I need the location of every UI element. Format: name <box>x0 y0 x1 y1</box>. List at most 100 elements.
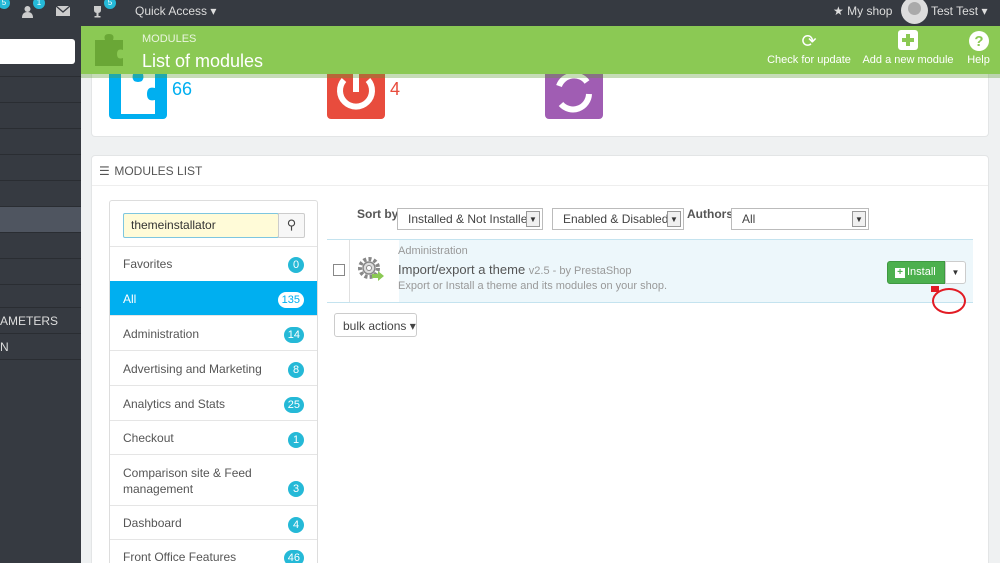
enabled-filter-select[interactable]: Enabled & Disabled ▼ <box>552 208 684 230</box>
annotation-circle <box>932 288 966 314</box>
authors-label: Authors <box>687 207 733 221</box>
trophy-badge: 5 <box>104 0 116 9</box>
top-bar: 5 1 5 Quick Access ▾ ★ My shop Test Test… <box>0 0 1000 26</box>
quick-access-menu[interactable]: Quick Access ▾ <box>135 4 216 18</box>
caret-down-icon: ▾ <box>981 4 988 18</box>
search-button[interactable]: ⚲ <box>278 213 305 238</box>
chevron-down-icon: ▼ <box>667 211 681 227</box>
help-label: Help <box>967 54 990 66</box>
category-count: 0 <box>288 257 304 273</box>
sidebar-item[interactable] <box>0 102 81 128</box>
chevron-down-icon: ▼ <box>526 211 540 227</box>
sidebar-item[interactable] <box>0 232 81 258</box>
module-search-input[interactable]: themeinstallator <box>123 213 279 238</box>
category-checkout[interactable]: Checkout 1 <box>110 420 317 454</box>
module-version: v2.5 - by PrestaShop <box>528 265 632 277</box>
my-shop-link[interactable]: ★ My shop <box>833 4 892 18</box>
category-label: Analytics and Stats <box>123 397 226 411</box>
category-dashboard[interactable]: Dashboard 4 <box>110 505 317 539</box>
puzzle-icon <box>121 74 155 114</box>
panel-heading-text: MODULES LIST <box>114 164 203 178</box>
plus-icon: + <box>895 268 905 278</box>
category-label: Administration <box>123 327 200 341</box>
module-name: Import/export a theme v2.5 - by PrestaSh… <box>398 262 632 277</box>
category-analytics[interactable]: Analytics and Stats 25 <box>110 385 317 420</box>
customers-icon[interactable] <box>21 5 34 21</box>
sidebar-item[interactable] <box>0 359 81 385</box>
caret-down-icon: ▾ <box>210 4 217 18</box>
page-toolbar: MODULES List of modules ⟳ Check for upda… <box>81 26 1000 74</box>
category-label: Advertising and Marketing <box>123 362 262 376</box>
category-all[interactable]: All 135 <box>110 281 317 315</box>
breadcrumb[interactable]: MODULES <box>142 33 196 45</box>
customers-badge: 1 <box>33 0 45 9</box>
category-count: 1 <box>288 432 304 448</box>
modules-stats-panel: 66 4 <box>91 72 989 137</box>
user-menu[interactable]: Test Test ▾ <box>931 4 988 18</box>
installed-count: 66 <box>172 79 193 99</box>
toolbar-shadow <box>81 74 1000 78</box>
sidebar-search-input[interactable] <box>0 39 75 64</box>
sidebar-item[interactable] <box>0 258 81 284</box>
category-advertising[interactable]: Advertising and Marketing 8 <box>110 350 317 385</box>
sidebar-item-admin[interactable]: N <box>0 333 81 359</box>
category-label: Checkout <box>123 431 174 445</box>
refresh-icon: ⟳ <box>801 31 817 51</box>
install-label: Install <box>907 266 936 278</box>
module-logo-cell <box>349 240 399 302</box>
sidebar-item[interactable] <box>0 128 81 154</box>
list-icon: ☰ <box>99 164 110 178</box>
caret-down-icon: ▼ <box>951 268 960 277</box>
category-count: 135 <box>277 292 304 308</box>
module-row: Administration Import/export a theme v2.… <box>327 239 973 303</box>
module-checkbox[interactable] <box>333 264 345 276</box>
authors-select[interactable]: All ▼ <box>731 208 869 230</box>
chevron-down-icon: ▼ <box>852 211 866 227</box>
update-modules-tile[interactable] <box>545 72 603 119</box>
power-icon <box>337 74 375 110</box>
my-shop-label: My shop <box>847 4 893 18</box>
help-button[interactable]: ? Help <box>961 30 996 66</box>
module-actions-dropdown[interactable]: ▼ <box>945 261 966 284</box>
gear-icon <box>358 257 384 281</box>
panel-heading: ☰ MODULES LIST <box>92 156 988 186</box>
checkbox-cell <box>327 240 349 302</box>
category-count: 14 <box>283 327 304 343</box>
quick-access-label: Quick Access <box>135 4 208 18</box>
sort-by-label: Sort by <box>357 207 399 221</box>
authors-value: All <box>742 212 756 226</box>
category-count: 4 <box>288 517 304 533</box>
installed-modules-tile[interactable] <box>109 74 167 119</box>
sidebar-item[interactable] <box>0 154 81 180</box>
category-favorites[interactable]: Favorites 0 <box>110 246 317 281</box>
avatar[interactable] <box>901 0 928 24</box>
sidebar-item-modules[interactable] <box>0 206 81 232</box>
category-administration[interactable]: Administration 14 <box>110 315 317 350</box>
disabled-count: 4 <box>390 79 401 99</box>
install-button[interactable]: + Install <box>887 261 945 284</box>
sidebar-item[interactable] <box>0 180 81 206</box>
sidebar: AMETERS N <box>0 26 81 563</box>
messages-icon[interactable] <box>55 5 71 20</box>
bulk-actions-button[interactable]: bulk actions ▾ <box>334 313 417 337</box>
sidebar-item[interactable] <box>0 76 81 102</box>
disabled-modules-tile[interactable] <box>327 74 385 119</box>
puzzle-icon <box>95 34 123 66</box>
bulk-actions-label: bulk actions <box>343 319 407 333</box>
install-filter-value: Installed & Not Installed <box>408 212 535 226</box>
category-front-office[interactable]: Front Office Features 46 <box>110 539 317 563</box>
install-filter-select[interactable]: Installed & Not Installed ▼ <box>397 208 543 230</box>
category-comparison[interactable]: Comparison site & Feed management 3 <box>110 454 317 505</box>
category-label: Dashboard <box>123 516 182 530</box>
caret-down-icon: ▾ <box>409 319 416 333</box>
sidebar-item-parameters[interactable]: AMETERS <box>0 307 81 333</box>
category-label: Favorites <box>123 257 173 271</box>
category-label: Front Office Features <box>123 550 237 563</box>
check-update-button[interactable]: ⟳ Check for update <box>767 30 851 66</box>
enabled-filter-value: Enabled & Disabled <box>563 212 669 226</box>
user-name: Test Test <box>931 4 979 18</box>
trophy-icon[interactable] <box>91 5 104 21</box>
category-label: All <box>123 292 137 306</box>
add-module-button[interactable]: Add a new module <box>861 30 955 66</box>
category-count: 46 <box>283 550 304 563</box>
